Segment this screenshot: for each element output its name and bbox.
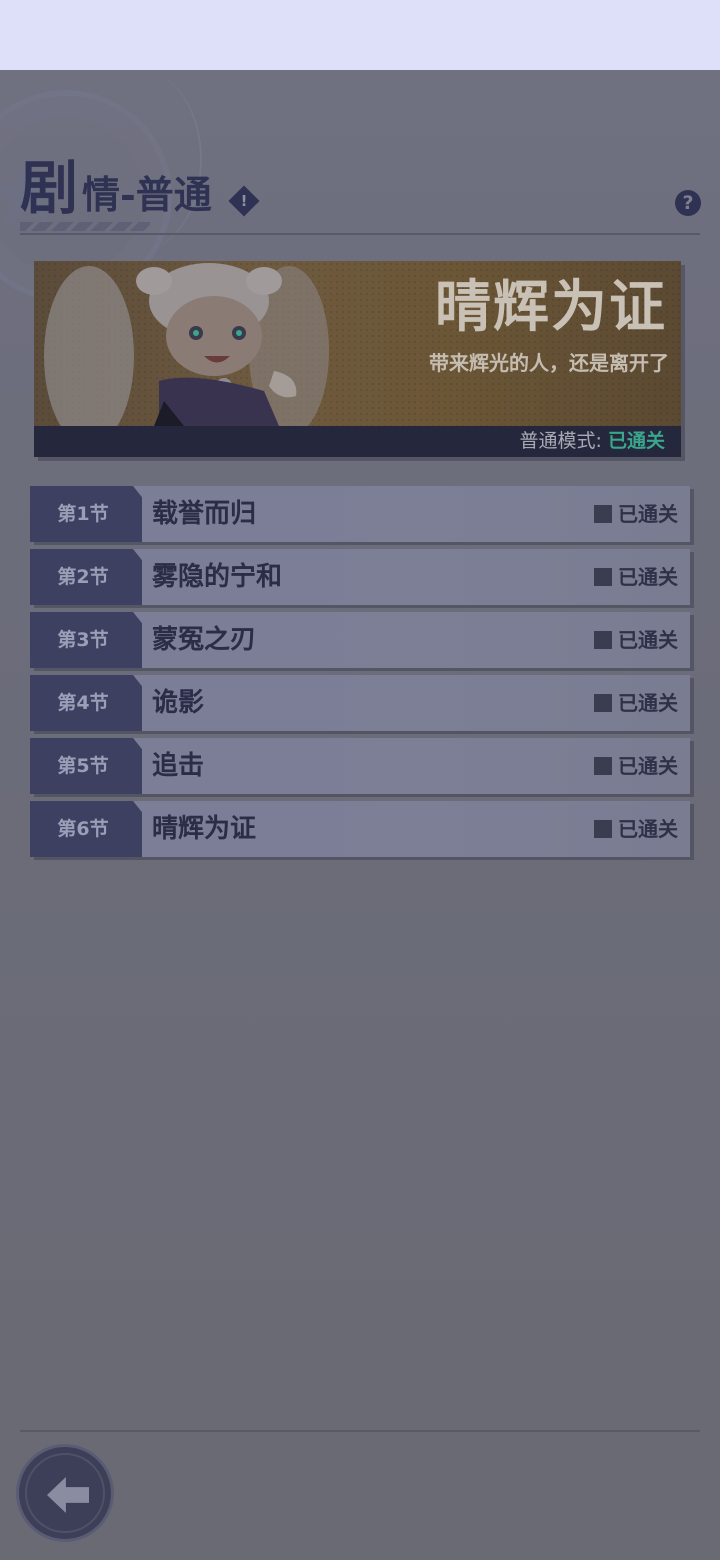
chapter-status-text: 已通关	[618, 565, 678, 589]
chapter-status-text: 已通关	[618, 754, 678, 778]
story-screen: 剧 情-普通 ! ? 晴辉为证 带来辉光的人，还是离开了 普通模式: 已通关 第…	[0, 70, 720, 1560]
page-title: 剧 情-普通	[20, 150, 212, 220]
chapter-number: 第2节	[57, 566, 109, 588]
chapter-status-text: 已通关	[618, 817, 678, 841]
chapter-number: 第6节	[57, 818, 109, 840]
status-square-icon	[594, 694, 612, 712]
chapter-status: 已通关	[594, 801, 678, 857]
chapter-name: 追击	[152, 751, 205, 781]
chapter-name: 蒙冤之刃	[152, 625, 257, 655]
chapter-name: 诡影	[152, 688, 205, 718]
bottom-divider	[20, 1430, 700, 1432]
chapter-status-text: 已通关	[618, 691, 678, 715]
mode-status-value: 已通关	[607, 430, 665, 452]
status-square-icon	[594, 631, 612, 649]
banner-subtitle: 带来辉光的人，还是离开了	[429, 351, 669, 375]
chapter-name: 晴辉为证	[152, 814, 257, 844]
chapter-row-1[interactable]: 第1节 载誉而归 已通关	[30, 486, 690, 542]
status-square-icon	[594, 568, 612, 586]
chapter-row-4[interactable]: 第4节 诡影 已通关	[30, 675, 690, 731]
status-square-icon	[594, 820, 612, 838]
mode-label: 普通模式:	[519, 430, 602, 452]
exclamation-diamond-icon[interactable]: !	[228, 185, 260, 217]
story-banner[interactable]: 晴辉为证 带来辉光的人，还是离开了 普通模式: 已通关	[34, 261, 681, 457]
chapter-number: 第5节	[57, 755, 109, 777]
page-title-rest: 情-普通	[82, 172, 212, 217]
chapter-number: 第4节	[57, 692, 109, 714]
status-square-icon	[594, 757, 612, 775]
chapter-status: 已通关	[594, 675, 678, 731]
chapter-status: 已通关	[594, 549, 678, 605]
page-title-big: 剧	[20, 154, 79, 222]
chapter-row-6[interactable]: 第6节 晴辉为证 已通关	[30, 801, 690, 857]
chapter-number: 第1节	[57, 503, 109, 525]
chapter-row-5[interactable]: 第5节 追击 已通关	[30, 738, 690, 794]
mode-status: 普通模式: 已通关	[520, 426, 665, 457]
header-divider	[20, 233, 700, 235]
chapter-status: 已通关	[594, 738, 678, 794]
title-underline	[20, 222, 150, 231]
chapter-status: 已通关	[594, 612, 678, 668]
banner-footer: 普通模式: 已通关	[34, 426, 681, 457]
chapter-status-text: 已通关	[618, 628, 678, 652]
chapter-row-3[interactable]: 第3节 蒙冤之刃 已通关	[30, 612, 690, 668]
status-bar	[0, 0, 720, 70]
back-arrow-icon	[47, 1477, 89, 1513]
banner-title: 晴辉为证	[435, 274, 667, 340]
question-circle-icon[interactable]: ?	[675, 190, 701, 216]
chapter-number: 第3节	[57, 629, 109, 651]
chapter-list: 第1节 载誉而归 已通关 第2节 雾隐的宁和 已通关 第3节 蒙冤之刃 已通关	[30, 486, 690, 864]
character-illustration	[44, 263, 329, 426]
status-square-icon	[594, 505, 612, 523]
back-button[interactable]	[16, 1444, 114, 1542]
chapter-status: 已通关	[594, 486, 678, 542]
chapter-status-text: 已通关	[618, 502, 678, 526]
chapter-row-2[interactable]: 第2节 雾隐的宁和 已通关	[30, 549, 690, 605]
chapter-name: 载誉而归	[152, 499, 257, 529]
chapter-name: 雾隐的宁和	[152, 562, 283, 592]
